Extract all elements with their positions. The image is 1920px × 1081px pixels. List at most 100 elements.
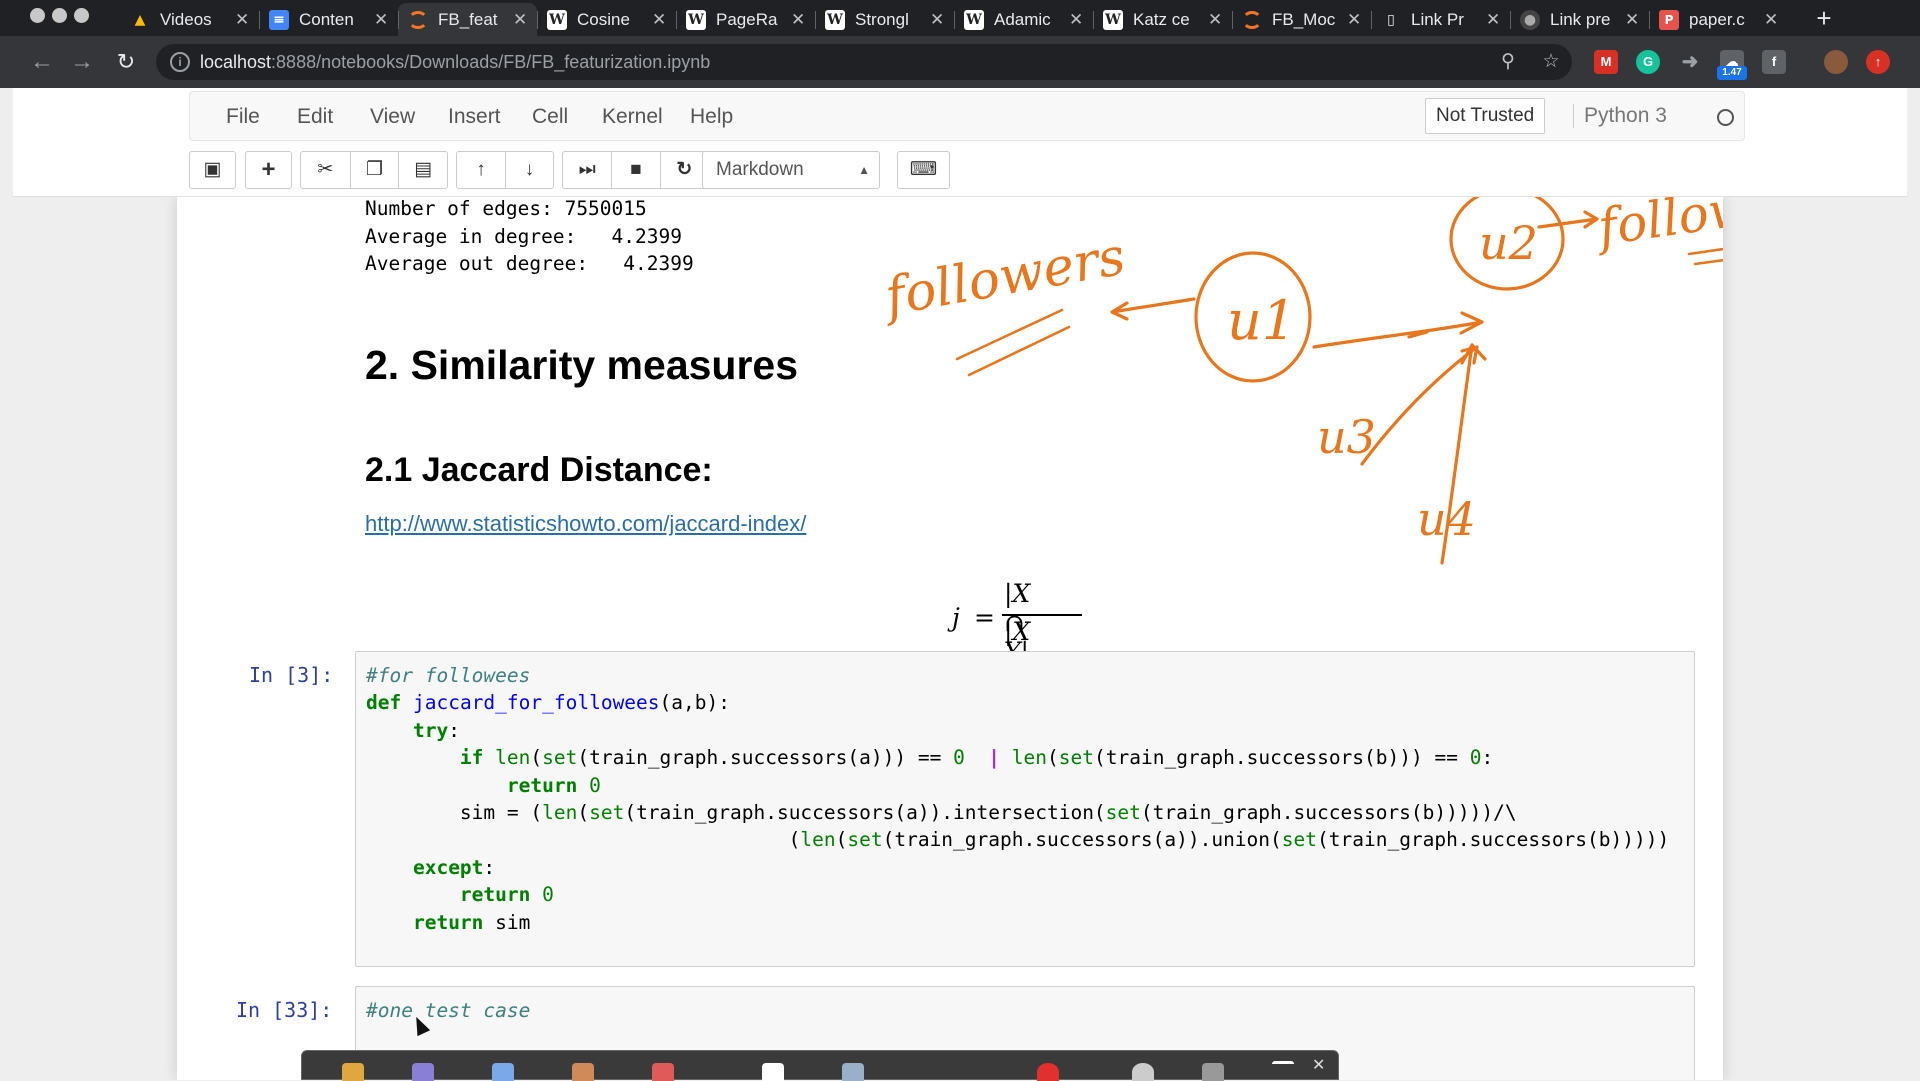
wikipedia-icon: W <box>686 9 706 30</box>
menu-cell[interactable]: Cell <box>532 105 568 129</box>
jupyter-page: File Edit View Insert Cell Kernel Help N… <box>13 88 1907 1080</box>
browser-toolbar: ← → ↻ i localhost:8888/notebooks/Downloa… <box>0 36 1920 88</box>
window-close-dot[interactable] <box>30 8 45 23</box>
cut-icon[interactable]: ✂ <box>301 152 350 188</box>
tab-6[interactable]: W Adamic ✕ <box>954 3 1093 36</box>
minimize-icon[interactable] <box>1272 1061 1294 1064</box>
cell-type-select[interactable]: Markdown▲▼ <box>702 151 880 213</box>
address-url[interactable]: localhost:8888/notebooks/Downloads/FB/FB… <box>200 52 710 73</box>
u3-label: u3 <box>1317 410 1376 464</box>
pdf-icon: P <box>1659 9 1679 30</box>
back-button[interactable]: ← <box>26 46 58 78</box>
tab-close-icon[interactable]: ✕ <box>513 10 527 30</box>
avatar[interactable] <box>1824 50 1848 74</box>
close-icon[interactable]: ✕ <box>1312 1055 1325 1075</box>
pen-tool-icon[interactable] <box>342 1063 364 1081</box>
tab-label: Cosine <box>577 9 630 29</box>
site-info-icon[interactable]: i <box>170 52 190 72</box>
trust-status-button[interactable]: Not Trusted <box>1425 98 1546 134</box>
tab-close-icon[interactable]: ✕ <box>652 10 666 30</box>
reload-button[interactable]: ↻ <box>110 46 142 78</box>
settings-gear-icon[interactable] <box>1202 1063 1224 1081</box>
forward-button[interactable]: → <box>66 46 98 78</box>
tab-close-icon[interactable]: ✕ <box>1069 10 1083 30</box>
tab-10[interactable]: ● Link pre ✕ <box>1510 3 1649 36</box>
interrupt-icon[interactable]: ■ <box>611 152 659 188</box>
address-bar[interactable]: i localhost:8888/notebooks/Downloads/FB/… <box>156 44 1572 80</box>
tab-7[interactable]: W Katz ce ✕ <box>1093 3 1232 36</box>
u4-label: u4 <box>1417 492 1476 546</box>
new-tab-button[interactable]: + <box>1810 4 1838 32</box>
insert-cell-icon[interactable]: + <box>246 152 291 188</box>
paste-icon[interactable]: ▤ <box>398 152 447 188</box>
tab-11[interactable]: Ppaper.c ✕ <box>1649 3 1788 36</box>
share-extension-icon[interactable]: ➜ <box>1678 50 1702 74</box>
tab-close-icon[interactable]: ✕ <box>930 10 944 30</box>
notebook-area[interactable]: Number of edges: 7550015 Average in degre… <box>13 197 1907 1080</box>
tab-label: FB_feat <box>438 9 498 29</box>
camera-icon[interactable] <box>1132 1063 1154 1081</box>
run-icon[interactable]: ⏭ <box>563 152 611 188</box>
tab-close-icon[interactable]: ✕ <box>1208 10 1222 30</box>
move-down-icon[interactable]: ↓ <box>504 152 553 188</box>
facebook-extension-icon[interactable]: f <box>1762 50 1786 74</box>
menu-insert[interactable]: Insert <box>448 105 501 129</box>
jupyter-icon <box>408 10 428 29</box>
save-icon[interactable]: ▣ <box>190 152 235 188</box>
menu-help[interactable]: Help <box>690 105 733 129</box>
window-minimize-dot[interactable] <box>52 8 67 23</box>
menu-kernel[interactable]: Kernel <box>602 105 663 129</box>
u2-label: u2 <box>1479 216 1538 270</box>
tab-close-icon[interactable]: ✕ <box>1347 10 1361 30</box>
tab-close-icon[interactable]: ✕ <box>374 10 388 30</box>
tab-label: Strongl <box>855 9 909 29</box>
highlighter-tool-icon[interactable] <box>412 1063 434 1081</box>
move-up-icon[interactable]: ↑ <box>457 152 505 188</box>
notebook-container: Number of edges: 7550015 Average in degre… <box>177 197 1723 1080</box>
zoom-icon[interactable]: ⚲ <box>1497 51 1519 73</box>
restart-icon[interactable]: ↻ <box>659 152 708 188</box>
gmail-extension-icon[interactable]: M <box>1594 50 1618 74</box>
tab-8[interactable]: FB_Moc ✕ <box>1232 3 1371 36</box>
tab-close-icon[interactable]: ✕ <box>235 10 249 30</box>
shape-tool-icon[interactable] <box>492 1063 514 1081</box>
menu-view[interactable]: View <box>370 105 415 129</box>
copy-icon[interactable]: ❐ <box>349 152 399 188</box>
tab-9[interactable]: ▯ Link Pr ✕ <box>1371 3 1510 36</box>
u1-label: u1 <box>1227 289 1296 352</box>
menu-edit[interactable]: Edit <box>297 105 333 129</box>
command-palette-group: ⌨ <box>897 151 950 189</box>
tab-label: Link Pr <box>1411 9 1464 29</box>
tab-3[interactable]: W Cosine ✕ <box>537 3 676 36</box>
tab-0[interactable]: ▲ Videos ✕ <box>120 3 259 36</box>
menu-file[interactable]: File <box>226 105 260 129</box>
tab-close-icon[interactable]: ✕ <box>1486 10 1500 30</box>
insert-group: + <box>245 151 292 189</box>
record-icon[interactable] <box>1037 1063 1059 1081</box>
pointer-tool-icon[interactable] <box>842 1063 864 1081</box>
update-icon[interactable]: ↑ <box>1866 50 1890 74</box>
tab-5[interactable]: W Strongl ✕ <box>815 3 954 36</box>
tab-label: Conten <box>299 9 354 29</box>
pen-annotations: followers u1 u2 followee u3 u4 <box>877 197 1723 565</box>
window-zoom-dot[interactable] <box>74 8 89 23</box>
grammarly-extension-icon[interactable]: G <box>1636 50 1660 74</box>
wikipedia-icon: W <box>1103 9 1123 30</box>
wikipedia-icon: W <box>964 9 984 30</box>
whiteboard-tool-icon[interactable] <box>762 1063 784 1081</box>
tab-close-icon[interactable]: ✕ <box>791 10 805 30</box>
bookmark-star-icon[interactable]: ☆ <box>1540 51 1562 73</box>
tab-2[interactable]: FB_feat ✕ <box>398 3 537 36</box>
keyboard-icon[interactable]: ⌨ <box>898 152 949 188</box>
tab-close-icon[interactable]: ✕ <box>1764 10 1778 30</box>
tab-close-icon[interactable]: ✕ <box>1625 10 1639 30</box>
eraser-tool-icon[interactable] <box>572 1063 594 1081</box>
browser-tab-strip: ▲ Videos ✕ ≡ Conten ✕ FB_feat ✕ W Cosine ✕ W PageRa ✕… <box>0 0 1920 36</box>
tab-label: FB_Moc <box>1272 9 1336 29</box>
move-group: ↑ ↓ <box>456 151 554 189</box>
marker-tool-icon[interactable] <box>652 1063 674 1081</box>
menubar: File Edit View Insert Cell Kernel Help N… <box>189 91 1745 141</box>
kernel-name: Python 3 <box>1573 104 1667 128</box>
tab-1[interactable]: ≡ Conten ✕ <box>259 3 398 36</box>
tab-4[interactable]: W PageRa ✕ <box>676 3 815 36</box>
